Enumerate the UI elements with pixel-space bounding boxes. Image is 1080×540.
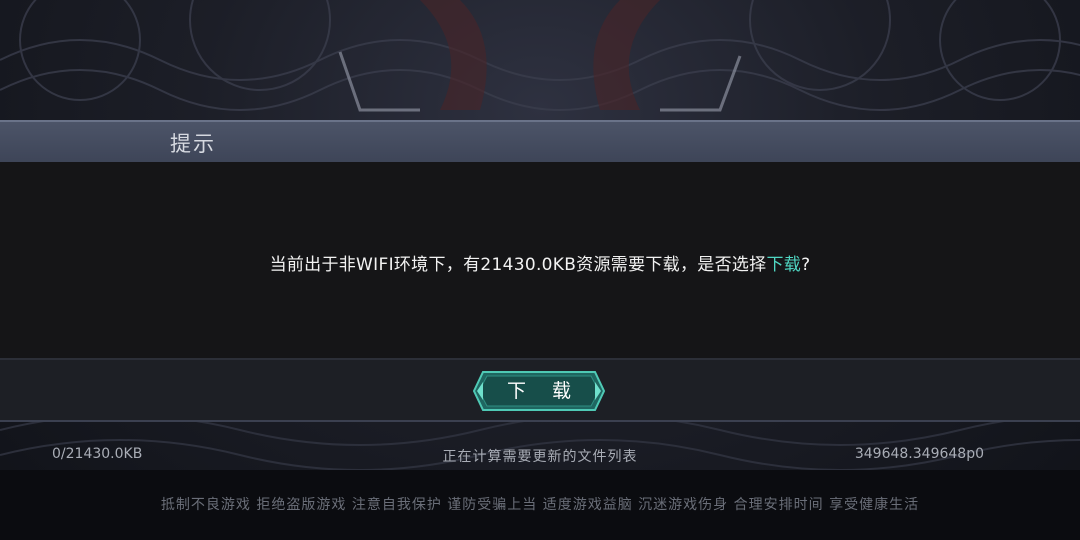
progress-strip: 0/21430.0KB 正在计算需要更新的文件列表 349648.349648p… bbox=[0, 440, 1080, 470]
dialog-message: 当前出于非WIFI环境下，有21430.0KB资源需要下载，是否选择下载? bbox=[0, 250, 1080, 275]
health-notice: 抵制不良游戏 拒绝盗版游戏 注意自我保护 谨防受骗上当 适度游戏益脑 沉迷游戏伤… bbox=[160, 497, 920, 513]
version-number: 349648.349648p0 bbox=[854, 446, 984, 462]
dialog-title-bar: 提示 bbox=[0, 120, 1080, 162]
dialog-body: 当前出于非WIFI环境下，有21430.0KB资源需要下载，是否选择下载? bbox=[0, 162, 1080, 358]
health-notice-bar: 抵制不良游戏 拒绝盗版游戏 注意自我保护 谨防受骗上当 适度游戏益脑 沉迷游戏伤… bbox=[0, 470, 1080, 540]
message-highlight: 下载 bbox=[766, 255, 802, 275]
download-button[interactable]: 下 载 bbox=[473, 371, 605, 411]
dialog-footer: 下 载 bbox=[0, 358, 1080, 422]
message-text: 当前出于非WIFI环境下，有21430.0KB资源需要下载，是否选择 bbox=[269, 255, 767, 275]
download-button-label: 下 载 bbox=[506, 380, 582, 402]
game-screen: 提示 当前出于非WIFI环境下，有21430.0KB资源需要下载，是否选择下载?… bbox=[0, 0, 1080, 540]
dialog-title: 提示 bbox=[170, 132, 216, 156]
message-suffix: ? bbox=[801, 255, 811, 275]
